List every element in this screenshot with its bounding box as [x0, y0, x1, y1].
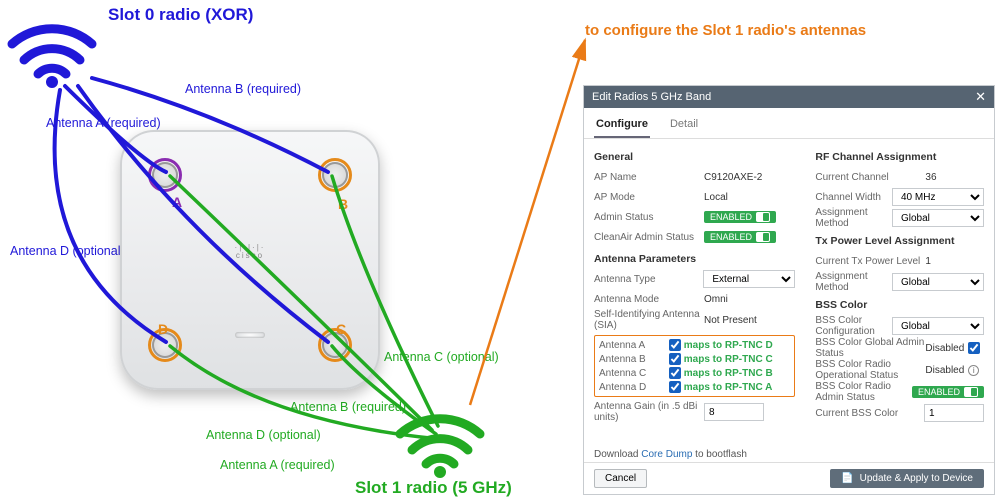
slot0-title: Slot 0 radio (XOR) — [108, 5, 253, 25]
map-a-chk[interactable] — [669, 339, 681, 351]
txlvl-k: Current Tx Power Level — [815, 256, 925, 267]
col-right: RF Channel Assignment Current Channel36 … — [805, 139, 994, 447]
tx-method-k: Assignment Method — [815, 271, 892, 293]
status-led — [235, 332, 265, 338]
panel-title: Edit Radios 5 GHz Band — [592, 91, 711, 103]
rf-method-select[interactable]: Global — [892, 209, 984, 227]
wifi-icon-blue — [2, 18, 102, 90]
ant-a-blue-label: Antenna A (required) — [46, 116, 161, 130]
ant-b-blue-label: Antenna B (required) — [185, 82, 301, 96]
general-heading: General — [594, 151, 795, 163]
info-icon[interactable]: i — [968, 365, 979, 376]
rf-heading: RF Channel Assignment — [815, 151, 984, 163]
gain-label: Antenna Gain (in .5 dBi units) — [594, 401, 704, 423]
map-c-m: maps to RP-TNC B — [684, 368, 791, 379]
bss-rop-k: BSS Color Radio Operational Status — [815, 359, 925, 381]
ant-mode-value: Omni — [704, 294, 795, 305]
tab-bar: Configure Detail — [584, 108, 994, 139]
tab-configure[interactable]: Configure — [594, 114, 650, 138]
wifi-icon-green — [390, 408, 490, 480]
map-d-k: Antenna D — [599, 382, 669, 393]
map-c-k: Antenna C — [599, 368, 669, 379]
cleanair-label: CleanAir Admin Status — [594, 232, 704, 243]
bss-radmin-k: BSS Color Radio Admin Status — [815, 381, 912, 403]
port-d-label: D — [158, 321, 168, 337]
ant-type-label: Antenna Type — [594, 274, 703, 285]
bss-radmin-toggle[interactable]: ENABLED — [912, 386, 984, 398]
map-b-k: Antenna B — [599, 354, 669, 365]
sia-label: Self-Identifying Antenna (SIA) — [594, 309, 704, 331]
rf-method-k: Assignment Method — [815, 207, 892, 229]
width-k: Channel Width — [815, 192, 892, 203]
map-b-chk[interactable] — [669, 353, 681, 365]
slot1-title: Slot 1 radio (5 GHz) — [355, 478, 512, 498]
txlvl-v: 1 — [925, 256, 984, 267]
chan-v: 36 — [925, 172, 984, 183]
map-b-m: maps to RP-TNC C — [684, 354, 791, 365]
antenna-heading: Antenna Parameters — [594, 253, 795, 265]
close-icon[interactable]: ✕ — [975, 89, 986, 105]
cisco-logo: ·|·|·|· cisco — [235, 244, 266, 260]
ant-a-green-label: Antenna A (required) — [220, 458, 335, 472]
download-row: Download Core Dump to bootflash — [584, 447, 994, 462]
admin-status-label: Admin Status — [594, 212, 704, 223]
ap-mode-label: AP Mode — [594, 192, 704, 203]
admin-status-toggle[interactable]: ENABLED — [704, 211, 776, 223]
map-a-k: Antenna A — [599, 340, 669, 351]
bss-cfg-k: BSS Color Configuration — [815, 315, 892, 337]
ap-mode-value: Local — [704, 192, 795, 203]
tab-detail[interactable]: Detail — [668, 114, 700, 138]
ant-d-blue-label: Antenna D (optional) — [10, 244, 125, 258]
ant-c-green-label: Antenna C (optional) — [384, 350, 499, 364]
bss-cur-input[interactable] — [924, 404, 984, 422]
ap-name-label: AP Name — [594, 172, 704, 183]
chan-k: Current Channel — [815, 172, 925, 183]
cancel-button[interactable]: Cancel — [594, 469, 647, 488]
bss-cur-k: Current BSS Color — [815, 408, 924, 419]
cleanair-toggle[interactable]: ENABLED — [704, 231, 776, 243]
port-b-label: B — [338, 196, 348, 212]
port-b — [322, 162, 348, 188]
sia-value: Not Present — [704, 315, 795, 326]
antenna-map-box: Antenna A maps to RP-TNC D Antenna B map… — [594, 335, 795, 397]
bss-gadmin-v: Disabled — [925, 343, 964, 354]
tx-method-select[interactable]: Global — [892, 273, 984, 291]
map-d-m: maps to RP-TNC A — [684, 382, 791, 393]
bss-gadmin-chk[interactable] — [968, 342, 980, 354]
panel-header: Edit Radios 5 GHz Band ✕ — [584, 86, 994, 108]
tx-heading: Tx Power Level Assignment — [815, 235, 984, 247]
ant-mode-label: Antenna Mode — [594, 294, 704, 305]
caption-text: to configure the Slot 1 radio's antennas — [585, 22, 866, 39]
bss-heading: BSS Color — [815, 299, 984, 311]
port-a-label: A — [172, 194, 182, 210]
col-left: General AP NameC9120AXE-2 AP ModeLocal A… — [584, 139, 805, 447]
bss-gadmin-k: BSS Color Global Admin Status — [815, 337, 925, 359]
diagram-area: Slot 0 radio (XOR) Antenna B (required) … — [0, 0, 560, 504]
map-c-chk[interactable] — [669, 367, 681, 379]
port-a — [152, 162, 178, 188]
bss-rop-v: Disabled — [925, 365, 964, 376]
edit-radio-panel: Edit Radios 5 GHz Band ✕ Configure Detai… — [583, 85, 995, 495]
ant-b-green-label: Antenna B (required) — [290, 400, 406, 414]
bss-cfg-select[interactable]: Global — [892, 317, 984, 335]
map-d-chk[interactable] — [669, 381, 681, 393]
ap-name-value: C9120AXE-2 — [704, 172, 795, 183]
ant-d-green-label: Antenna D (optional) — [206, 428, 321, 442]
ant-type-select[interactable]: External — [703, 270, 795, 288]
save-icon: 📄 — [841, 473, 853, 484]
port-c-label: C — [336, 321, 346, 337]
core-dump-link[interactable]: Core Dump — [641, 449, 692, 460]
map-a-m: maps to RP-TNC D — [684, 340, 791, 351]
width-select[interactable]: 40 MHz — [892, 188, 984, 206]
apply-button[interactable]: 📄 Update & Apply to Device — [830, 469, 984, 488]
access-point-chassis: ·|·|·|· cisco — [120, 130, 380, 390]
gain-input[interactable] — [704, 403, 764, 421]
panel-footer: Cancel 📄 Update & Apply to Device — [584, 462, 994, 494]
